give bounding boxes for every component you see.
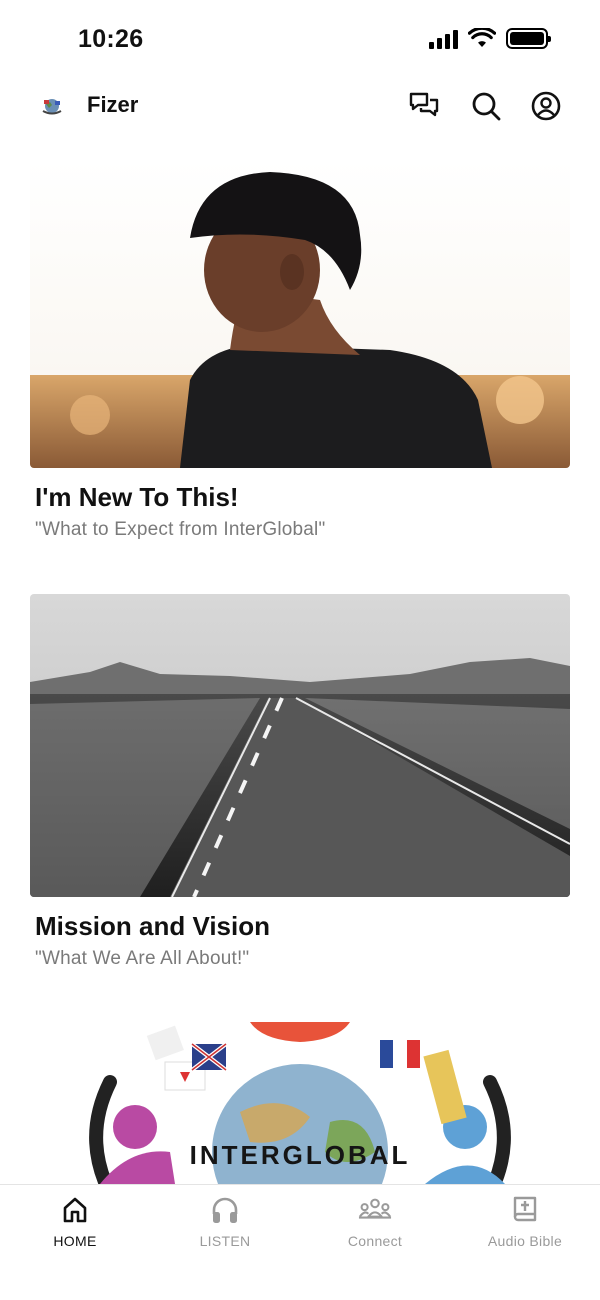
nav-label: LISTEN — [199, 1233, 251, 1249]
search-icon — [472, 92, 501, 121]
nav-label: Connect — [347, 1233, 403, 1249]
card-title: Mission and Vision — [35, 911, 271, 941]
headphones-icon — [208, 1193, 242, 1227]
bottom-nav: HOME LISTEN Connect Audio Bible — [0, 1184, 600, 1300]
nav-label: Audio Bible — [487, 1233, 563, 1249]
card-new-to-this[interactable]: I'm New To This! "What to Expect from In… — [30, 160, 570, 541]
card-subtitle: "What to Expect from InterGlobal" — [35, 519, 326, 540]
wifi-icon — [468, 28, 496, 47]
card-title: I'm New To This! — [35, 482, 239, 512]
bible-icon — [508, 1193, 542, 1227]
status-bar: 10:26 — [0, 0, 600, 70]
app-header: Fizer — [0, 76, 600, 136]
banner-logo-text: INTERGLOBAL — [190, 1140, 411, 1170]
nav-label: HOME — [53, 1233, 97, 1249]
nav-item-home[interactable]: HOME — [0, 1193, 150, 1263]
app-logo-icon — [42, 99, 62, 115]
status-icons — [429, 28, 551, 49]
user-icon — [531, 91, 561, 121]
search-button[interactable] — [470, 90, 502, 122]
card-subtitle: "What We Are All About!" — [35, 948, 250, 969]
app-title: Fizer — [87, 92, 139, 117]
cellular-signal-icon — [429, 29, 458, 49]
interglobal-banner: INTERGLOBAL — [80, 1022, 520, 1184]
chat-button[interactable] — [408, 90, 440, 122]
card-image-road — [30, 594, 570, 897]
app-screen: 10:26 Fizer I'm New To This! "What to Ex… — [0, 0, 600, 1300]
battery-icon — [506, 28, 551, 49]
chat-icon — [409, 92, 439, 117]
nav-item-audio-bible[interactable]: Audio Bible — [450, 1193, 600, 1263]
profile-button[interactable] — [530, 90, 562, 122]
card-image-man — [30, 160, 570, 468]
people-icon — [358, 1193, 392, 1227]
nav-item-connect[interactable]: Connect — [300, 1193, 450, 1263]
status-time: 10:26 — [78, 25, 144, 53]
card-mission-vision[interactable]: Mission and Vision "What We Are All Abou… — [30, 594, 570, 970]
home-icon — [58, 1193, 92, 1227]
nav-item-listen[interactable]: LISTEN — [150, 1193, 300, 1263]
